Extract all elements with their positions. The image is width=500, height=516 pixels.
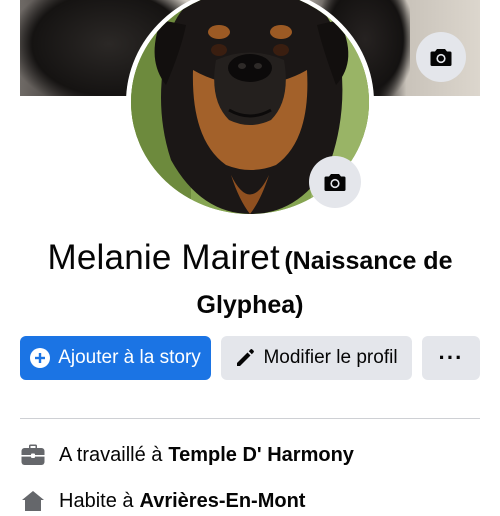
home-detail-prefix: Habite à [59,489,134,512]
edit-profile-picture-button[interactable] [309,156,361,208]
home-detail-place[interactable]: Avrières-En-Mont [140,490,306,513]
home-icon [20,488,46,514]
camera-icon [430,49,452,66]
divider [20,418,480,419]
profile-name-block: Melanie Mairet (Naissance de Glyphea) [20,238,480,329]
edit-cover-photo-button[interactable] [416,32,466,82]
add-to-story-button[interactable]: Ajouter à la story [20,336,211,380]
add-to-story-label: Ajouter à la story [58,347,201,368]
plus-circle-icon [30,348,51,368]
briefcase-icon [20,442,46,468]
home-detail: Habite à Avrières-En-Mont [20,486,305,516]
edit-profile-button[interactable]: Modifier le profil [221,336,412,380]
ellipsis-icon: ··· [438,345,464,370]
edit-profile-label: Modifier le profil [263,347,398,368]
profile-name: Melanie Mairet [47,238,280,277]
more-options-button[interactable]: ··· [422,336,480,380]
camera-icon [324,174,346,191]
work-detail-prefix: A travaillé à [59,443,163,466]
work-detail-place[interactable]: Temple D' Harmony [168,444,354,467]
pencil-icon [235,348,255,368]
work-detail: A travaillé à Temple D' Harmony [20,440,354,470]
